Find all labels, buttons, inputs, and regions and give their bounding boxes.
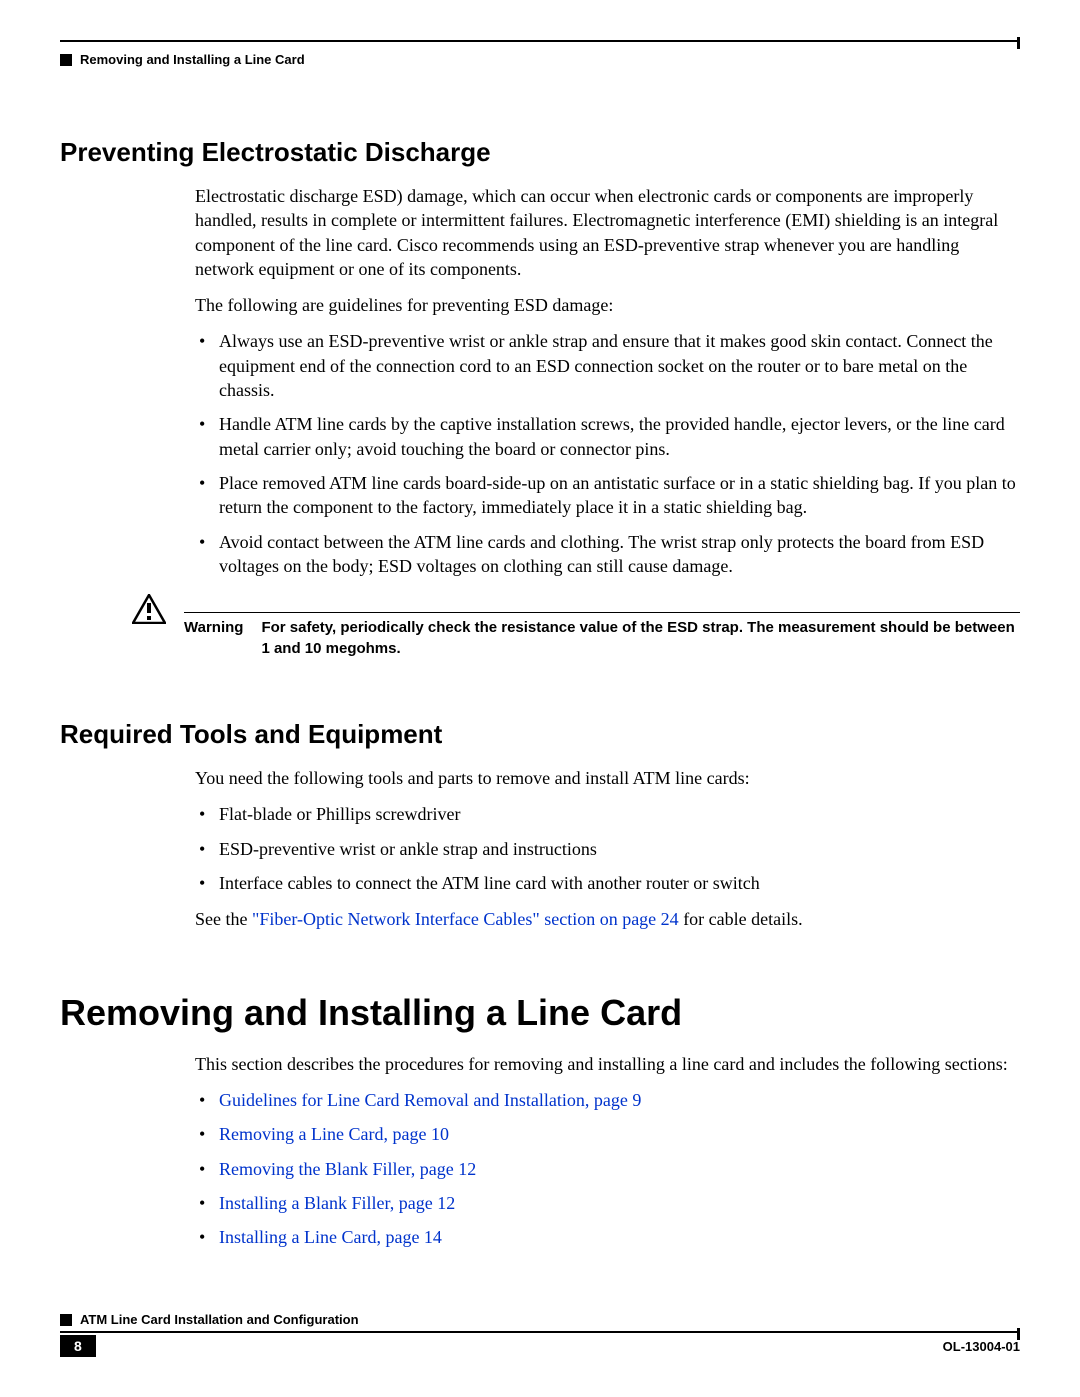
tools-paragraph-1: You need the following tools and parts t…: [195, 766, 1020, 790]
main-paragraph-1: This section describes the procedures fo…: [195, 1052, 1020, 1076]
heading-tools: Required Tools and Equipment: [60, 719, 1020, 750]
esd-bullet: Handle ATM line cards by the captive ins…: [195, 412, 1020, 461]
warning-label: Warning: [184, 617, 243, 659]
heading-esd: Preventing Electrostatic Discharge: [60, 137, 1020, 168]
warning-icon: [132, 594, 166, 629]
section-link[interactable]: Removing a Line Card, page 10: [219, 1124, 449, 1144]
tools-body: You need the following tools and parts t…: [195, 766, 1020, 931]
esd-paragraph-1: Electrostatic discharge ESD) damage, whi…: [195, 184, 1020, 281]
footer-doc-title: ATM Line Card Installation and Configura…: [80, 1312, 359, 1327]
header-edge-marker: [1017, 37, 1020, 49]
main-link-list: Guidelines for Line Card Removal and Ins…: [195, 1088, 1020, 1249]
tools-see-also: See the "Fiber-Optic Network Interface C…: [195, 907, 1020, 931]
section-link[interactable]: Installing a Blank Filler, page 12: [219, 1193, 455, 1213]
section-link[interactable]: Removing the Blank Filler, page 12: [219, 1159, 476, 1179]
warning-text: For safety, periodically check the resis…: [261, 617, 1020, 659]
header-chapter-title: Removing and Installing a Line Card: [80, 52, 305, 67]
esd-bullet: Place removed ATM line cards board-side-…: [195, 471, 1020, 520]
heading-main: Removing and Installing a Line Card: [60, 992, 1020, 1034]
tools-bullet-list: Flat-blade or Phillips screwdriver ESD-p…: [195, 802, 1020, 895]
main-link-item: Removing a Line Card, page 10: [195, 1122, 1020, 1146]
tools-bullet: Interface cables to connect the ATM line…: [195, 871, 1020, 895]
esd-paragraph-2: The following are guidelines for prevent…: [195, 293, 1020, 317]
header-marker-square: [60, 54, 72, 66]
warning-block: Warning For safety, periodically check t…: [132, 592, 1020, 659]
section-link[interactable]: Guidelines for Line Card Removal and Ins…: [219, 1090, 641, 1110]
main-link-item: Installing a Blank Filler, page 12: [195, 1191, 1020, 1215]
see-prefix: See the: [195, 909, 252, 929]
main-link-item: Installing a Line Card, page 14: [195, 1225, 1020, 1249]
esd-bullet: Always use an ESD-preventive wrist or an…: [195, 329, 1020, 402]
warning-rule: [184, 612, 1020, 613]
esd-bullet: Avoid contact between the ATM line cards…: [195, 530, 1020, 579]
main-body: This section describes the procedures fo…: [195, 1052, 1020, 1250]
esd-bullet-list: Always use an ESD-preventive wrist or an…: [195, 329, 1020, 578]
main-link-item: Removing the Blank Filler, page 12: [195, 1157, 1020, 1181]
doc-id: OL-13004-01: [943, 1339, 1020, 1354]
fiber-optic-link[interactable]: "Fiber-Optic Network Interface Cables" s…: [252, 909, 679, 929]
page-footer: ATM Line Card Installation and Configura…: [60, 1312, 1020, 1357]
tools-bullet: Flat-blade or Phillips screwdriver: [195, 802, 1020, 826]
header-rule: [60, 40, 1020, 42]
main-link-item: Guidelines for Line Card Removal and Ins…: [195, 1088, 1020, 1112]
esd-body: Electrostatic discharge ESD) damage, whi…: [195, 184, 1020, 578]
section-link[interactable]: Installing a Line Card, page 14: [219, 1227, 442, 1247]
running-header: Removing and Installing a Line Card: [60, 52, 1020, 67]
page-number: 8: [60, 1335, 96, 1357]
footer-rule: [60, 1331, 1020, 1333]
see-suffix: for cable details.: [679, 909, 803, 929]
footer-marker-square: [60, 1314, 72, 1326]
tools-bullet: ESD-preventive wrist or ankle strap and …: [195, 837, 1020, 861]
